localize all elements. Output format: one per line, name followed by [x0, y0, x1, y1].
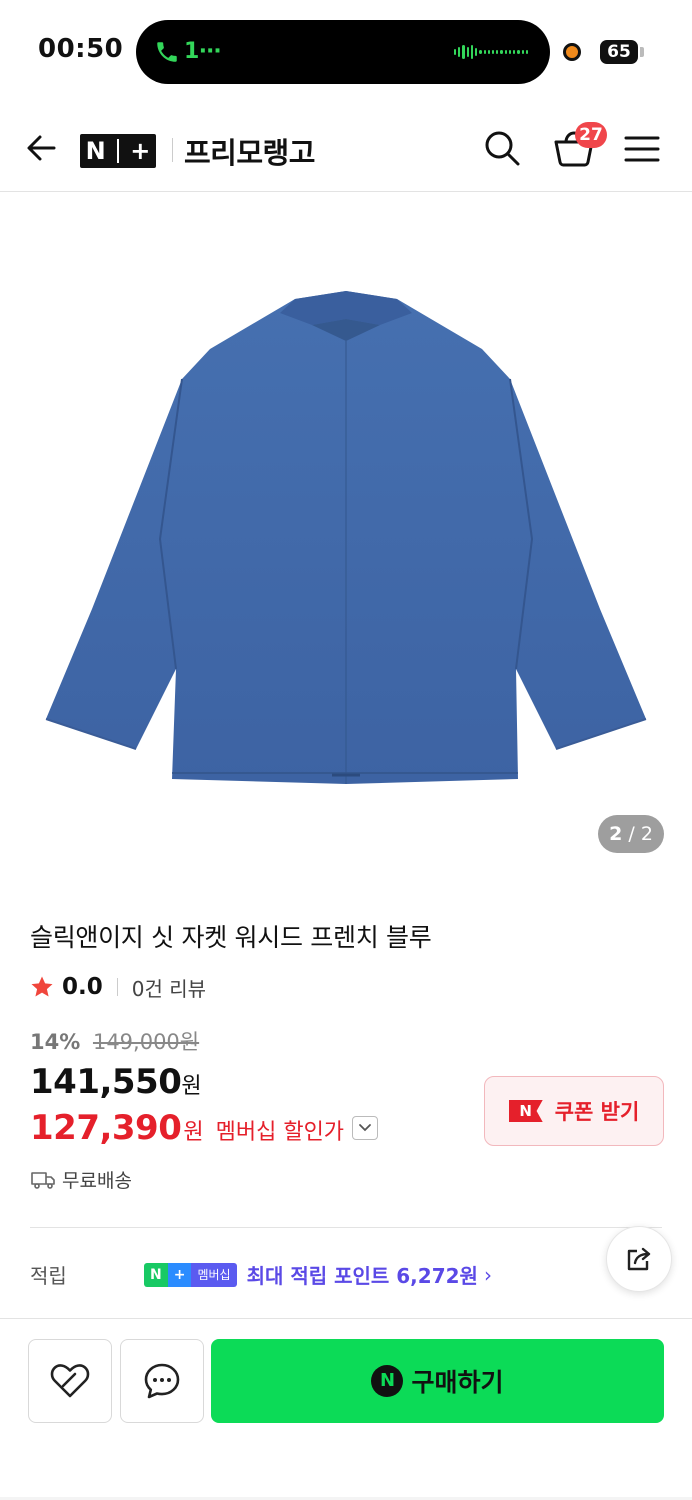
- app-header: N + 프리모랭고 27: [0, 108, 692, 192]
- recording-indicator-icon: [563, 43, 581, 61]
- phone-call-icon: [157, 42, 177, 62]
- battery-nub: [640, 47, 644, 57]
- rating-value: 0.0: [62, 974, 103, 1000]
- rating-row[interactable]: 0.0 0건 리뷰: [30, 972, 206, 1002]
- member-price-row: 127,390 원 멤버십 할인가: [30, 1108, 379, 1148]
- image-index-separator: /: [628, 823, 635, 845]
- cart-count-badge: 27: [575, 122, 607, 148]
- points-label: 적립: [30, 1264, 67, 1288]
- current-image-index: 2: [609, 823, 623, 845]
- nplus-logo-plus: +: [130, 137, 151, 165]
- badge-n: N: [144, 1262, 168, 1287]
- rating-separator: [116, 978, 118, 996]
- wishlist-button[interactable]: [28, 1339, 112, 1423]
- nplus-membership-badge: N + 멤버십: [144, 1262, 237, 1287]
- original-price: 149,000원: [92, 1030, 200, 1054]
- member-price-amount: 127,390: [30, 1108, 182, 1148]
- coupon-n-badge: N: [508, 1100, 543, 1122]
- member-price-unit: 원: [183, 1120, 204, 1145]
- image-page-indicator: 2 / 2: [598, 815, 664, 853]
- points-row[interactable]: 적립 N + 멤버십 최대 적립 포인트 6,272원 ›: [30, 1260, 590, 1289]
- sale-price-unit: 원: [181, 1074, 202, 1099]
- product-image-gallery[interactable]: 2 / 2: [0, 193, 692, 870]
- product-jacket-image: [45, 291, 647, 784]
- call-duration-text: 1⋯: [184, 39, 222, 64]
- talk-talk-button[interactable]: [120, 1339, 204, 1423]
- nplus-logo-divider: [116, 139, 119, 163]
- status-bar: 00:50 1⋯ 65: [0, 0, 692, 100]
- share-icon: [627, 1247, 651, 1271]
- discount-row: 14% 149,000원: [30, 1026, 199, 1056]
- dynamic-island[interactable]: 1⋯: [136, 20, 550, 84]
- menu-icon[interactable]: [624, 134, 660, 164]
- badge-membership: 멤버십: [191, 1262, 237, 1287]
- buy-label: 구매하기: [411, 1368, 504, 1397]
- status-time: 00:50: [38, 34, 124, 64]
- coupon-label: 쿠폰 받기: [554, 1100, 640, 1124]
- max-points-text: 최대 적립 포인트 6,272원: [246, 1264, 478, 1288]
- back-arrow-icon[interactable]: [24, 130, 60, 166]
- section-divider: [30, 1227, 662, 1228]
- nplus-logo[interactable]: N +: [80, 134, 156, 168]
- shipping-text: 무료배송: [62, 1170, 132, 1192]
- search-icon[interactable]: [482, 128, 522, 168]
- sale-price: 141,550원: [30, 1062, 202, 1102]
- shipping-row: 무료배송: [30, 1166, 132, 1193]
- discount-rate: 14%: [30, 1030, 81, 1054]
- store-name[interactable]: 프리모랭고: [184, 130, 315, 172]
- chat-icon: [144, 1363, 180, 1399]
- member-price-toggle[interactable]: [352, 1116, 379, 1140]
- chevron-down-icon: [359, 1124, 371, 1132]
- badge-plus: +: [167, 1262, 192, 1287]
- naver-pay-n-icon: N: [371, 1365, 404, 1397]
- truck-icon: [31, 1171, 55, 1189]
- bottom-action-bar: N 구매하기: [0, 1318, 692, 1500]
- star-icon: [31, 976, 53, 997]
- chevron-right-icon: ›: [483, 1262, 492, 1287]
- review-count-link[interactable]: 0건 리뷰: [132, 973, 206, 1002]
- buy-button[interactable]: N 구매하기: [211, 1339, 664, 1423]
- nplus-logo-n: N: [85, 137, 106, 165]
- logo-divider: [172, 138, 173, 162]
- product-title: 슬릭앤이지 싯 자켓 워시드 프렌치 블루: [30, 923, 432, 952]
- audio-wave-icon: [454, 44, 528, 60]
- heart-icon: [50, 1364, 90, 1398]
- sale-price-amount: 141,550: [30, 1062, 182, 1102]
- coupon-download-button[interactable]: N 쿠폰 받기: [484, 1076, 664, 1146]
- total-image-count: 2: [640, 823, 653, 845]
- battery-level: 65: [600, 40, 638, 64]
- share-button[interactable]: [606, 1226, 672, 1292]
- member-price-label: 멤버십 할인가: [215, 1120, 345, 1145]
